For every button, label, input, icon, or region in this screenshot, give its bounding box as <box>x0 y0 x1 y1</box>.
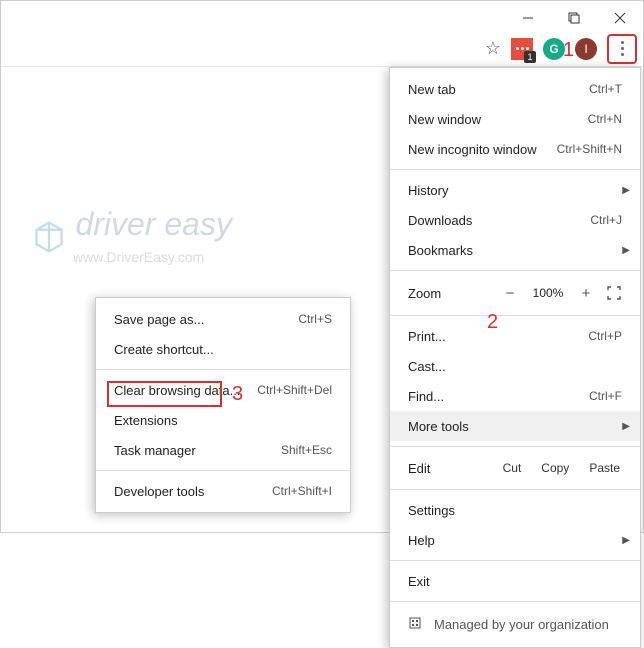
more-tools-submenu: Save page as...Ctrl+S Create shortcut...… <box>95 297 351 513</box>
menu-more-tools[interactable]: More tools▶ <box>390 411 640 441</box>
menu-history[interactable]: History▶ <box>390 175 640 205</box>
extension-badge: 1 <box>524 51 536 63</box>
edit-label: Edit <box>408 461 493 476</box>
menu-edit-row: Edit Cut Copy Paste <box>390 452 640 484</box>
extension-green-icon[interactable]: G <box>543 38 565 60</box>
fullscreen-icon[interactable] <box>602 286 626 300</box>
menu-cast[interactable]: Cast... <box>390 351 640 381</box>
maximize-button[interactable] <box>551 5 597 31</box>
menu-new-tab[interactable]: New tabCtrl+T <box>390 74 640 104</box>
menu-new-window[interactable]: New windowCtrl+N <box>390 104 640 134</box>
annotation-2: 2 <box>487 311 498 334</box>
submenu-save-page[interactable]: Save page as...Ctrl+S <box>96 304 350 334</box>
menu-exit[interactable]: Exit <box>390 566 640 596</box>
cut-button[interactable]: Cut <box>493 461 532 475</box>
extension-red-icon[interactable]: 1 <box>511 38 533 60</box>
managed-by-org[interactable]: Managed by your organization <box>390 607 640 641</box>
building-icon <box>408 616 422 633</box>
zoom-percent: 100% <box>526 286 570 300</box>
submenu-developer-tools[interactable]: Developer toolsCtrl+Shift+I <box>96 476 350 506</box>
zoom-in-button[interactable]: + <box>570 285 602 302</box>
chrome-menu-button[interactable] <box>607 34 637 64</box>
menu-incognito[interactable]: New incognito windowCtrl+Shift+N <box>390 134 640 164</box>
menu-find[interactable]: Find...Ctrl+F <box>390 381 640 411</box>
submenu-create-shortcut[interactable]: Create shortcut... <box>96 334 350 364</box>
menu-help[interactable]: Help▶ <box>390 525 640 555</box>
close-button[interactable] <box>597 5 643 31</box>
menu-settings[interactable]: Settings <box>390 495 640 525</box>
submenu-clear-data[interactable]: Clear browsing data...Ctrl+Shift+Del <box>96 375 350 405</box>
menu-zoom-row: Zoom − 100% + <box>390 276 640 310</box>
bookmark-star-icon[interactable]: ☆ <box>485 38 501 59</box>
annotation-1: 1 <box>563 39 574 62</box>
menu-downloads[interactable]: DownloadsCtrl+J <box>390 205 640 235</box>
zoom-label: Zoom <box>408 286 494 301</box>
paste-button[interactable]: Paste <box>579 461 630 475</box>
chevron-right-icon: ▶ <box>622 421 630 432</box>
submenu-task-manager[interactable]: Task managerShift+Esc <box>96 435 350 465</box>
chrome-main-menu: New tabCtrl+T New windowCtrl+N New incog… <box>389 67 641 648</box>
chevron-right-icon: ▶ <box>622 535 630 546</box>
chevron-right-icon: ▶ <box>622 185 630 196</box>
zoom-out-button[interactable]: − <box>494 285 526 302</box>
menu-bookmarks[interactable]: Bookmarks▶ <box>390 235 640 265</box>
annotation-3: 3 <box>232 383 243 406</box>
menu-print[interactable]: Print...Ctrl+P <box>390 321 640 351</box>
minimize-button[interactable] <box>505 5 551 31</box>
browser-toolbar: ☆ 1 G I <box>1 31 643 67</box>
watermark: driver easy www.DriverEasy.com <box>31 206 232 267</box>
kebab-icon <box>621 40 624 58</box>
copy-button[interactable]: Copy <box>531 461 579 475</box>
window-titlebar <box>1 1 643 31</box>
submenu-extensions[interactable]: Extensions <box>96 405 350 435</box>
profile-avatar[interactable]: I <box>575 38 597 60</box>
chevron-right-icon: ▶ <box>622 245 630 256</box>
